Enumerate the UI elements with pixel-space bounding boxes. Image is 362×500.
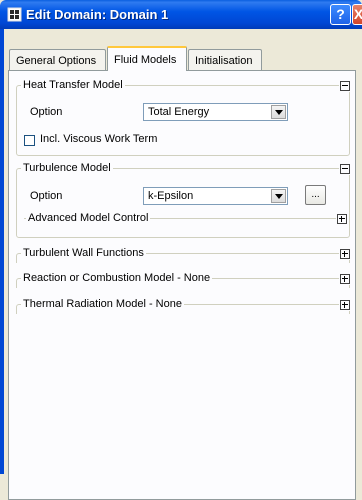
title-bar[interactable]: Edit Domain: Domain 1 ? X (0, 0, 362, 29)
turbulence-collapse-icon[interactable] (339, 163, 351, 175)
reaction-expand-icon[interactable] (339, 273, 351, 285)
wall-functions-expand-icon[interactable] (339, 248, 351, 260)
advanced-model-control-title: Advanced Model Control (26, 212, 151, 224)
reaction-title: Reaction or Combustion Model - None (21, 272, 213, 284)
tab-general-options[interactable]: General Options (9, 49, 106, 70)
advanced-expand-icon[interactable] (336, 213, 348, 225)
help-button[interactable]: ? (330, 4, 351, 25)
turbulence-option-value: k-Epsilon (148, 190, 194, 202)
heat-transfer-collapse-icon[interactable] (339, 80, 351, 92)
advanced-model-control-group: Advanced Model Control (24, 212, 348, 228)
fluid-models-panel: Heat Transfer Model Option Total Energy … (8, 70, 356, 500)
turbulence-more-button[interactable]: ... (305, 185, 326, 205)
heat-transfer-option-label: Option (30, 106, 63, 118)
reaction-group: Reaction or Combustion Model - None (16, 272, 351, 288)
turbulence-option-select[interactable]: k-Epsilon (143, 187, 288, 205)
wall-functions-group: Turbulent Wall Functions (16, 247, 351, 263)
heat-transfer-title: Heat Transfer Model (21, 79, 125, 91)
chevron-down-icon[interactable] (271, 189, 286, 203)
domain-icon (7, 7, 22, 22)
viscous-work-label: Incl. Viscous Work Term (40, 133, 158, 145)
close-button[interactable]: X (352, 4, 362, 25)
thermal-radiation-expand-icon[interactable] (339, 299, 351, 311)
window-title: Edit Domain: Domain 1 (26, 7, 169, 22)
turbulence-option-label: Option (30, 190, 63, 202)
dialog-body: General Options Fluid Models Initialisat… (4, 29, 362, 500)
turbulence-title: Turbulence Model (21, 162, 113, 174)
heat-transfer-option-value: Total Energy (148, 106, 210, 118)
chevron-down-icon[interactable] (271, 105, 286, 119)
wall-functions-title: Turbulent Wall Functions (21, 247, 146, 259)
tab-initialisation[interactable]: Initialisation (188, 49, 262, 70)
turbulence-group: Turbulence Model Option k-Epsilon ... Ad… (16, 162, 351, 238)
thermal-radiation-group: Thermal Radiation Model - None (16, 298, 351, 314)
viscous-work-checkbox[interactable] (24, 135, 35, 146)
tab-fluid-models[interactable]: Fluid Models (107, 46, 187, 71)
heat-transfer-group: Heat Transfer Model Option Total Energy … (16, 79, 351, 156)
heat-transfer-option-select[interactable]: Total Energy (143, 103, 288, 121)
thermal-radiation-title: Thermal Radiation Model - None (21, 298, 184, 310)
